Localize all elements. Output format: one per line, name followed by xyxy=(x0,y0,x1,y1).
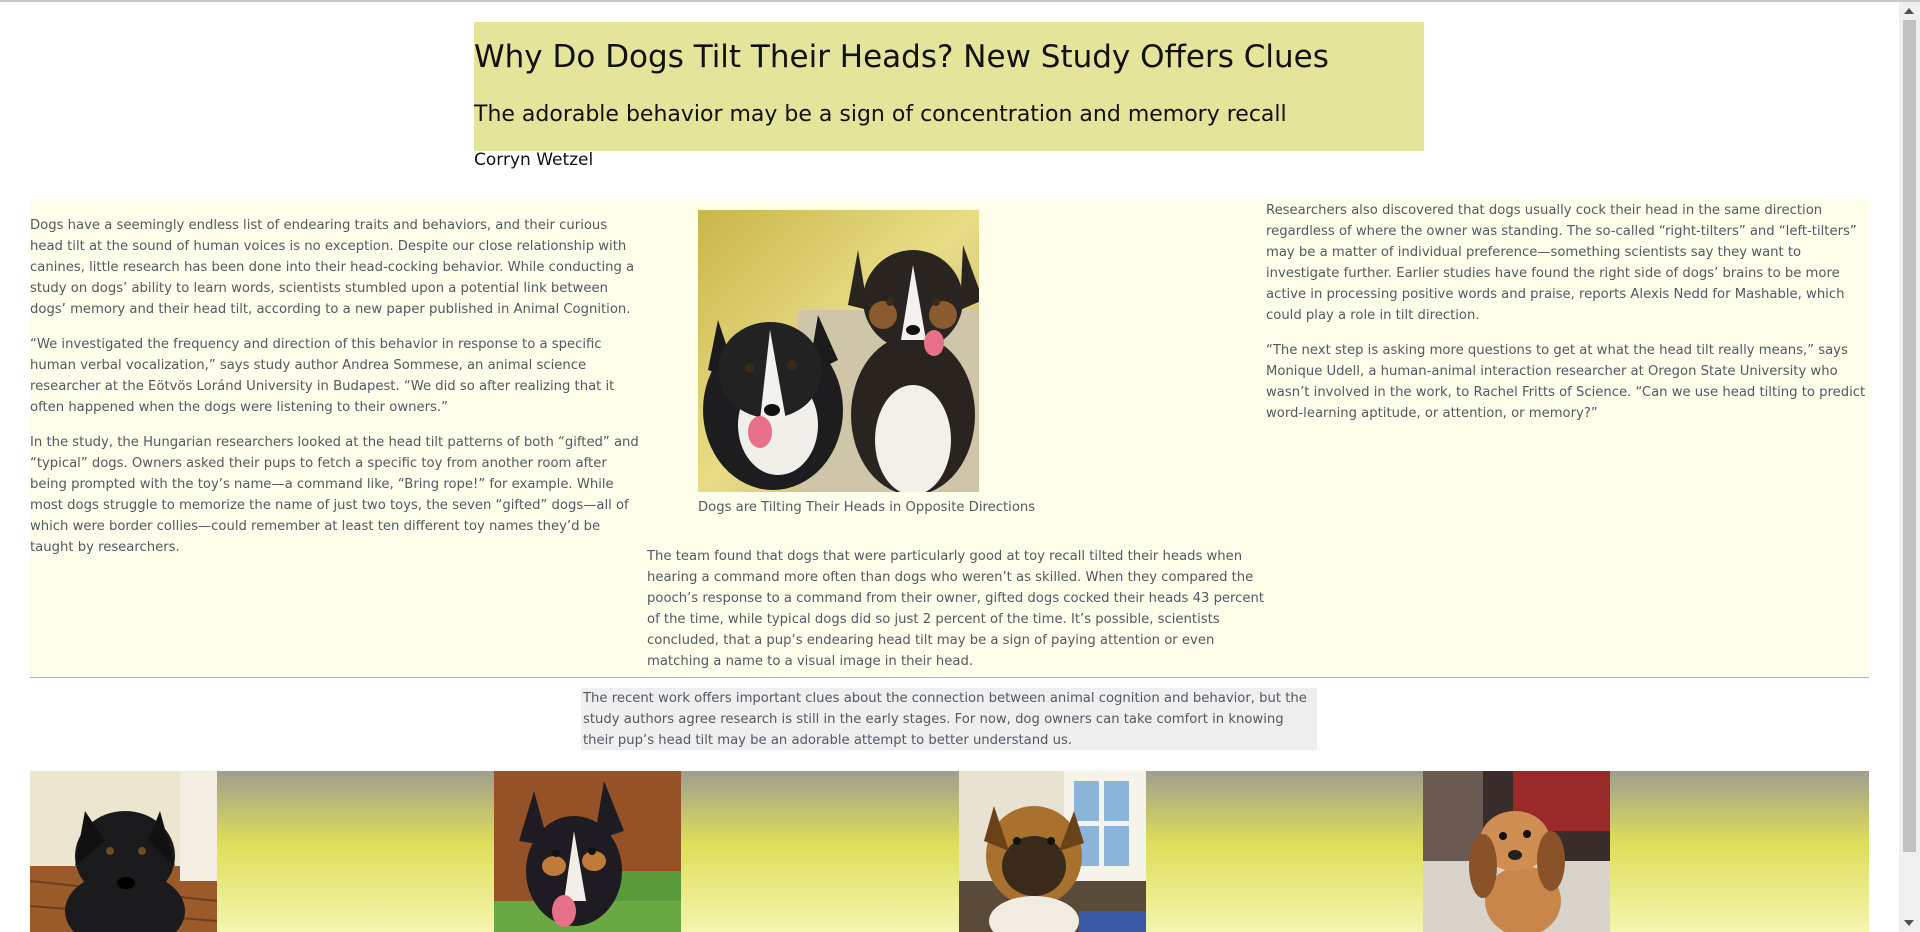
article-subtitle: The adorable behavior may be a sign of c… xyxy=(474,102,1287,127)
gallery-image xyxy=(30,771,217,932)
conclusion-box: The recent work offers important clues a… xyxy=(581,688,1317,750)
article-body: Dogs have a seemingly endless list of en… xyxy=(30,198,1869,676)
article-column-left: Dogs have a seemingly endless list of en… xyxy=(30,215,642,572)
scroll-up-icon[interactable] xyxy=(1904,8,1914,14)
dogs-figure-image xyxy=(698,210,979,492)
article-column-middle: The team found that dogs that were parti… xyxy=(647,546,1269,686)
top-border xyxy=(0,0,1920,2)
gallery-image xyxy=(494,771,681,932)
paragraph: In the study, the Hungarian researchers … xyxy=(30,435,639,555)
paragraph: The team found that dogs that were parti… xyxy=(647,549,1265,669)
section-divider xyxy=(30,677,1869,678)
scrollbar-thumb[interactable] xyxy=(1903,20,1916,852)
article-header: Why Do Dogs Tilt Their Heads? New Study … xyxy=(474,22,1424,169)
paragraph: Researchers also discovered that dogs us… xyxy=(1266,203,1857,323)
article-author: Corryn Wetzel xyxy=(474,150,594,170)
article-column-right: Researchers also discovered that dogs us… xyxy=(1266,200,1866,438)
gallery-image xyxy=(1423,771,1610,932)
photo-gallery xyxy=(30,771,1869,932)
paragraph: “We investigated the frequency and direc… xyxy=(30,337,615,415)
figure-caption: Dogs are Tilting Their Heads in Opposite… xyxy=(698,500,1036,515)
paragraph: “The next step is asking more questions … xyxy=(1266,343,1866,421)
paragraph: Dogs have a seemingly endless list of en… xyxy=(30,218,635,317)
article-title: Why Do Dogs Tilt Their Heads? New Study … xyxy=(474,39,1329,75)
page-scrollbar[interactable] xyxy=(1899,2,1920,932)
scroll-down-icon[interactable] xyxy=(1904,920,1914,926)
gallery-image xyxy=(959,771,1146,932)
